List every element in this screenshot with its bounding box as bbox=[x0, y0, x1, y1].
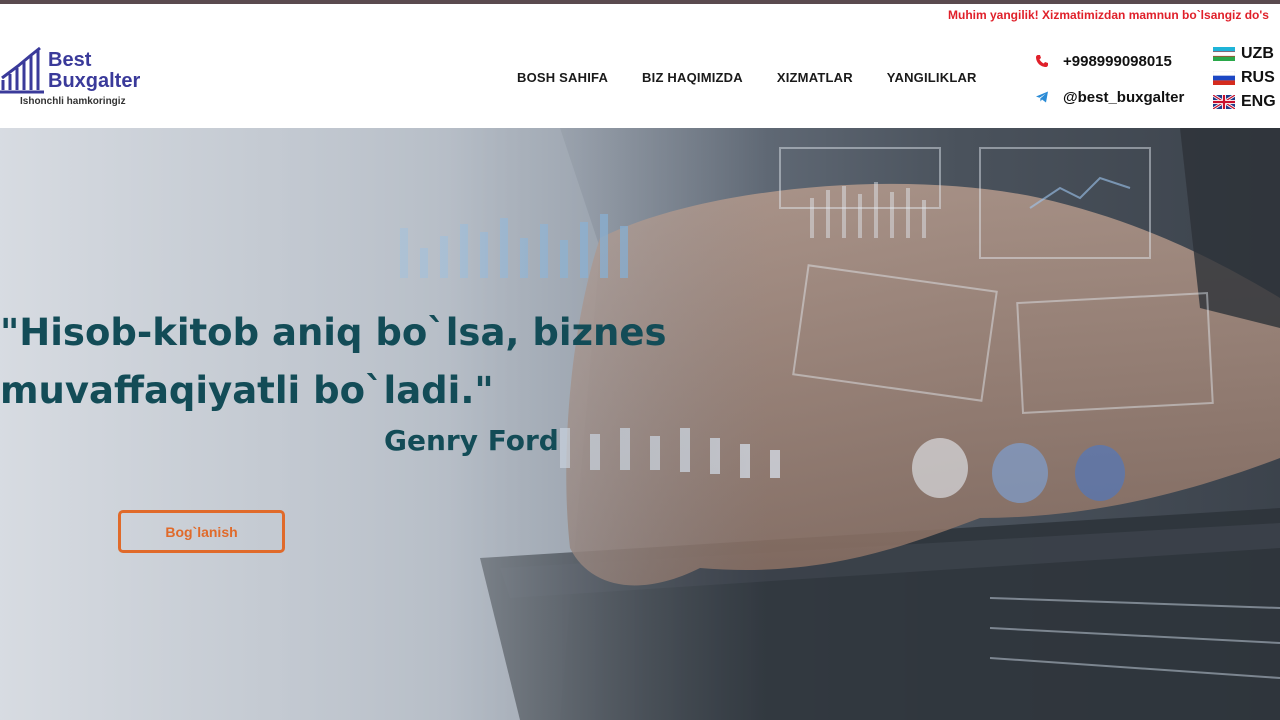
contact-button[interactable]: Bog`lanish bbox=[118, 510, 285, 553]
telegram-handle: @best_buxgalter bbox=[1063, 88, 1185, 106]
lang-label-rus: RUS bbox=[1241, 69, 1275, 86]
hero-quote-line1: "Hisob-kitob aniq bo`lsa, biznes bbox=[0, 311, 667, 354]
russia-flag-icon bbox=[1213, 71, 1235, 85]
lang-option-uzb[interactable]: UZB bbox=[1213, 42, 1276, 66]
uk-flag-icon bbox=[1213, 95, 1235, 109]
lang-label-uzb: UZB bbox=[1241, 45, 1274, 62]
hero-quote-line2: muvaffaqiyatli bo`ladi." bbox=[0, 369, 494, 412]
logo-name-line2: Buxgalter bbox=[48, 70, 141, 92]
hero-quote: "Hisob-kitob aniq bo`lsa, biznes muvaffa… bbox=[0, 304, 667, 420]
phone-icon bbox=[1036, 55, 1048, 67]
lang-option-eng[interactable]: ENG bbox=[1213, 90, 1276, 114]
logo-name-line1: Best bbox=[48, 49, 92, 71]
nav-item-about[interactable]: BIZ HAQIMIZDA bbox=[642, 70, 743, 90]
contacts: +998999098015 @best_buxgalter bbox=[1035, 50, 1184, 122]
uzbekistan-flag-icon bbox=[1213, 47, 1235, 61]
lang-option-rus[interactable]: RUS bbox=[1213, 66, 1276, 90]
hero-banner: "Hisob-kitob aniq bo`lsa, biznes muvaffa… bbox=[0, 128, 1280, 720]
news-ticker: Muhim yangilik! Xizmatimizdan mamnun bo`… bbox=[0, 4, 1280, 26]
telegram-icon bbox=[1036, 91, 1048, 103]
main-nav: BOSH SAHIFA BIZ HAQIMIZDA XIZMATLAR YANG… bbox=[500, 70, 1011, 90]
phone-contact[interactable]: +998999098015 bbox=[1035, 50, 1184, 72]
site-header: Best Buxgalter Ishonchli hamkoringiz BOS… bbox=[0, 26, 1280, 128]
nav-item-services[interactable]: XIZMATLAR bbox=[777, 70, 853, 90]
nav-item-home[interactable]: BOSH SAHIFA bbox=[517, 70, 608, 90]
phone-number: +998999098015 bbox=[1063, 52, 1172, 70]
logo[interactable]: Best Buxgalter Ishonchli hamkoringiz bbox=[0, 44, 170, 114]
lang-label-eng: ENG bbox=[1241, 93, 1276, 110]
hero-background-image bbox=[0, 128, 1280, 720]
logo-tagline: Ishonchli hamkoringiz bbox=[20, 96, 126, 107]
news-ticker-text: Muhim yangilik! Xizmatimizdan mamnun bo`… bbox=[948, 8, 1269, 22]
bar-chart-logo-icon bbox=[0, 46, 44, 94]
nav-item-news[interactable]: YANGILIKLAR bbox=[887, 70, 977, 90]
telegram-contact[interactable]: @best_buxgalter bbox=[1035, 86, 1184, 108]
language-switcher: UZB RUS ENG bbox=[1213, 42, 1276, 114]
hero-quote-author: Genry Ford bbox=[384, 424, 559, 457]
